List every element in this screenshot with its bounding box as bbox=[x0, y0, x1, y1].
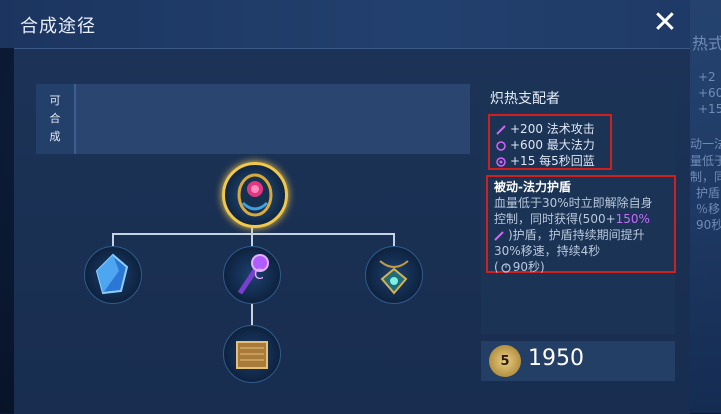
header-bar: 合成途径 bbox=[0, 0, 690, 48]
bg-text-mid3: 制，同 bbox=[690, 170, 721, 184]
blue-crystal-icon[interactable] bbox=[84, 246, 142, 304]
gold-coin-icon: 5 bbox=[489, 345, 521, 377]
craftable-label-char1: 可 bbox=[49, 94, 61, 107]
craftable-label: 可 合 成 bbox=[36, 84, 76, 154]
bg-text-top: 热式 bbox=[692, 34, 721, 53]
passive-line-4: 30%移速，持续4秒 bbox=[494, 244, 601, 258]
bg-text-num3: +15 bbox=[698, 102, 721, 116]
connector-horizontal bbox=[112, 233, 394, 235]
svg-text:C: C bbox=[254, 267, 264, 283]
craftable-label-char2: 合 bbox=[49, 112, 61, 125]
stat-mana-regen: +15 每5秒回蓝 bbox=[496, 152, 595, 169]
passive-line-2-text: 控制，同时获得(500+ bbox=[494, 212, 616, 226]
green-pendant-icon[interactable] bbox=[365, 246, 423, 304]
purple-staff-icon[interactable]: C bbox=[223, 246, 281, 304]
connector-middle bbox=[251, 233, 253, 247]
passive-line-3: )护盾，护盾持续期间提升 bbox=[494, 226, 645, 243]
passive-title: 被动-法力护盾 bbox=[494, 180, 571, 194]
wand-icon-small bbox=[494, 230, 504, 241]
stat-magic-attack: +200 法术攻击 bbox=[496, 120, 595, 137]
connector-bottom bbox=[251, 302, 253, 326]
cooldown-icon bbox=[501, 262, 511, 273]
craftable-label-char3: 成 bbox=[49, 130, 61, 143]
passive-line-5-open: ( bbox=[494, 259, 499, 274]
golden-amulet-icon[interactable] bbox=[222, 162, 288, 228]
mana-regen-icon bbox=[496, 156, 506, 167]
stat-mana-regen-text: +15 每5秒回蓝 bbox=[510, 154, 595, 168]
passive-line-3-text: )护盾，护盾持续期间提升 bbox=[508, 228, 645, 242]
passive-line-2: 控制，同时获得(500+150% bbox=[494, 210, 650, 227]
bg-text-mid1: 动一法 bbox=[690, 137, 721, 151]
bg-text-mid6: 90秒 bbox=[696, 218, 721, 232]
passive-line-2-highlight: 150% bbox=[615, 212, 650, 226]
bg-text-num1: +2 bbox=[698, 70, 716, 84]
mana-icon bbox=[496, 140, 506, 151]
passive-line-5-cd: 90秒) bbox=[512, 260, 545, 274]
craftable-into-box: 可 合 成 bbox=[36, 84, 470, 154]
bg-text-mid4: 护盾 bbox=[696, 186, 721, 200]
bg-text-mid5: ％移 bbox=[696, 202, 721, 216]
stat-max-mana: +600 最大法力 bbox=[496, 136, 595, 153]
item-name: 炽热支配者 bbox=[490, 91, 560, 107]
bg-text-mid2: 量低于 bbox=[690, 154, 721, 168]
close-button[interactable]: ✕ bbox=[650, 8, 680, 38]
item-price: 1950 bbox=[528, 346, 584, 371]
page-title: 合成途径 bbox=[20, 16, 96, 37]
wand-icon bbox=[496, 124, 506, 135]
stat-magic-attack-text: +200 法术攻击 bbox=[510, 122, 595, 136]
book-icon[interactable] bbox=[223, 325, 281, 383]
connector-left bbox=[112, 233, 114, 247]
passive-line-1: 血量低于30%时立即解除自身 bbox=[494, 196, 653, 210]
connector-right bbox=[393, 233, 395, 247]
bg-text-num2: +60 bbox=[698, 86, 721, 100]
stat-max-mana-text: +600 最大法力 bbox=[510, 138, 595, 152]
passive-line-5: ( 90秒) bbox=[494, 258, 545, 275]
